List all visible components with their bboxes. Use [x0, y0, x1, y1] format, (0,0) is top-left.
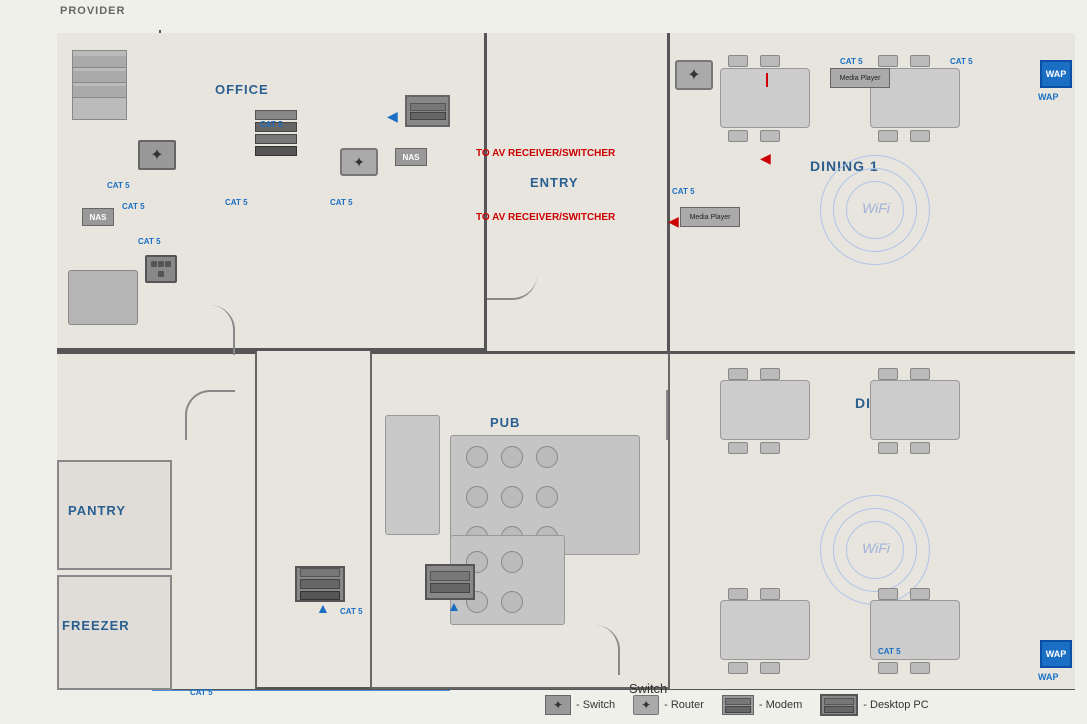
chair: [760, 442, 780, 454]
wifi-label-2: WiFi: [862, 540, 890, 556]
arrow-pub-device: ▲: [447, 598, 461, 614]
wap-top-label: WAP: [1038, 92, 1059, 102]
door-arc-4: [487, 250, 537, 300]
chair: [760, 55, 780, 67]
chair: [760, 662, 780, 674]
cat5-office-2: CAT 5: [225, 198, 248, 207]
chair: [728, 662, 748, 674]
dining2-table-1: [720, 380, 810, 440]
door-arc-2: [185, 390, 235, 440]
chair: [910, 442, 930, 454]
chair: [878, 55, 898, 67]
cat5-label-media-top: CAT 5: [840, 57, 863, 66]
chair: [910, 662, 930, 674]
entry-area: [487, 33, 670, 351]
legend-modem: - Modem: [722, 695, 802, 715]
arrow-lower-device: ▲: [316, 600, 330, 616]
wap-top-right: WAP: [1040, 60, 1072, 88]
pantry-label: PANTRY: [68, 503, 126, 518]
nas-left: NAS: [82, 208, 114, 226]
pub-counter-left: [385, 415, 440, 535]
media-player-entry: Media Player: [680, 207, 740, 227]
dining-table-1: [720, 68, 810, 128]
wifi-label-1: WiFi: [862, 200, 890, 216]
legend-router: ✦ - Router: [633, 695, 704, 715]
switch-bottom-label: Switch: [629, 681, 667, 696]
cat5-office-3: CAT 5: [330, 198, 353, 207]
chair: [910, 368, 930, 380]
office-label: OFFICE: [215, 82, 269, 97]
main-router: ✦: [675, 60, 713, 90]
diagram-container: PROVIDER OFFICE ENTRY DINING 1 KITCHEN P…: [0, 0, 1087, 724]
office-top-device: [405, 95, 450, 127]
pub-device: [425, 564, 475, 600]
nas-right: NAS: [395, 148, 427, 166]
legend-desktop: - Desktop PC: [820, 694, 928, 716]
chair: [910, 55, 930, 67]
dining2-table-2: [870, 380, 960, 440]
cat5-label-nas: CAT 5: [107, 181, 130, 190]
lower-desktop: [295, 566, 345, 602]
cat5-office-1: CAT 5: [260, 120, 283, 129]
media-player-top: Media Player: [830, 68, 890, 88]
cat5-lower: CAT 5: [340, 607, 363, 616]
cat5-below-switch: CAT 5: [138, 237, 161, 246]
cat5-lower-bottom: CAT 5: [190, 688, 213, 697]
pub-label: PUB: [490, 415, 520, 430]
wap-box-bottom: WAP: [1040, 640, 1072, 668]
chair: [760, 588, 780, 600]
legend-switch: ✦ - Switch: [545, 695, 615, 715]
av-label-2: TO AV RECEIVER/SWITCHER: [476, 212, 615, 223]
office-router: ✦: [340, 148, 378, 176]
door-arc-1: [185, 305, 235, 355]
door-arc-5: [570, 625, 620, 675]
dining2-table-3: [720, 600, 810, 660]
chair: [878, 130, 898, 142]
chair: [878, 662, 898, 674]
cat5-label-top-right: CAT 5: [950, 57, 973, 66]
door-arc-3: [618, 390, 668, 440]
wap-bottom-right: WAP: [1040, 640, 1072, 668]
legend: ✦ - Switch ✦ - Router - Modem - Deskto: [545, 694, 929, 716]
bookcase: [72, 50, 127, 120]
av-label-1: TO AV RECEIVER/SWITCHER: [476, 148, 615, 159]
chair: [728, 442, 748, 454]
freezer-label: FREEZER: [62, 618, 130, 633]
arrow-into-device: ◀: [387, 108, 398, 125]
chair: [760, 130, 780, 142]
chair: [728, 55, 748, 67]
chair: [728, 588, 748, 600]
chair: [728, 130, 748, 142]
chair: [728, 368, 748, 380]
entry-label: ENTRY: [530, 175, 579, 190]
chair: [878, 368, 898, 380]
cat5-bottom-right: CAT 5: [878, 647, 901, 656]
provider-label: PROVIDER: [60, 5, 125, 17]
office-sofa: [68, 270, 138, 325]
chair: [878, 442, 898, 454]
chair: [878, 588, 898, 600]
small-switch-below: [145, 255, 177, 283]
wap-bottom-label: WAP: [1038, 672, 1059, 682]
wap-box-top: WAP: [1040, 60, 1072, 88]
office-main-switch: ✦: [138, 140, 176, 170]
chair: [910, 130, 930, 142]
av-arrow-1: ◀: [760, 150, 771, 167]
chair: [760, 368, 780, 380]
av-arrow-2: ◀: [668, 213, 679, 230]
cat5-label-nas2: CAT 5: [122, 202, 145, 211]
chair: [910, 588, 930, 600]
office-device-stack: [255, 110, 297, 156]
cat5-entry: CAT 5: [672, 187, 695, 196]
red-line-vertical: [766, 73, 768, 87]
